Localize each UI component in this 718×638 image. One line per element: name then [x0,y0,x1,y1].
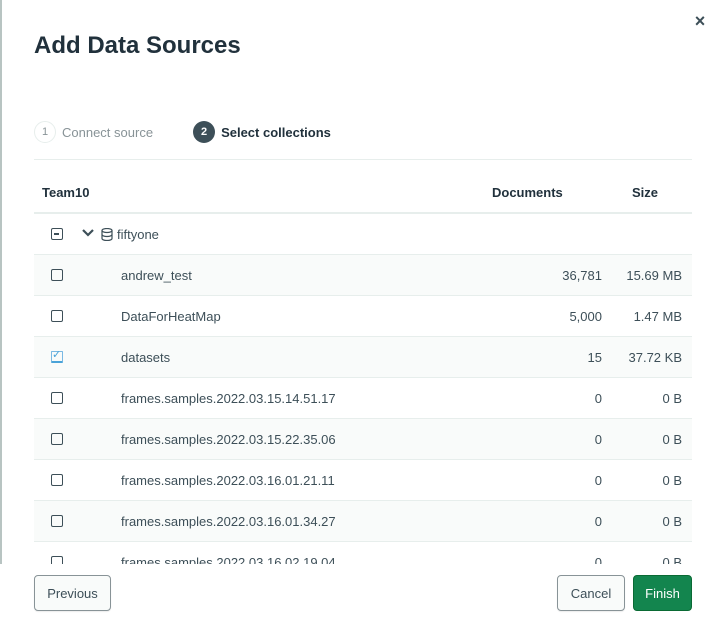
collection-size: 0 B [662,472,682,488]
collection-size: 1.47 MB [633,308,682,324]
table-row[interactable]: DataForHeatMap 5,000 1.47 MB [34,296,692,337]
collection-checkbox[interactable] [51,392,63,404]
collection-checkbox[interactable] [51,556,63,564]
collection-checkbox[interactable] [51,269,63,281]
table-row[interactable]: frames.samples.2022.03.16.01.21.11 0 0 B [34,460,692,501]
collection-size: 15.69 MB [626,267,682,283]
close-icon[interactable]: × [690,11,710,31]
finish-button[interactable]: Finish [633,575,692,611]
collection-documents: 0 [594,472,602,488]
step-number: 1 [34,121,56,143]
collection-size: 0 B [662,390,682,406]
step-label: Connect source [62,124,154,140]
table-row[interactable]: datasets 15 37.72 KB [34,337,692,378]
database-name: fiftyone [117,226,159,242]
collection-checkbox[interactable] [51,348,63,363]
header-size: Size [632,184,659,200]
collection-name: andrew_test [121,267,192,283]
database-row[interactable]: fiftyone [34,214,692,255]
collection-documents: 36,781 [562,267,602,283]
stepper: 1 Connect source 2 Select collections [34,120,331,144]
collections-table[interactable]: Team10 Documents Size fiftyone andrew_te… [34,172,692,564]
step-select-collections: 2 Select collections [193,121,331,143]
collection-name: frames.samples.2022.03.16.01.21.11 [121,472,335,488]
step-connect-source: 1 Connect source [34,121,153,143]
collection-name: frames.samples.2022.03.16.01.34.27 [121,513,336,529]
collection-checkbox[interactable] [51,433,63,445]
header-documents: Documents [492,184,563,200]
collection-documents: 0 [594,554,602,565]
database-checkbox[interactable] [51,228,63,240]
chevron-down-icon[interactable] [81,227,95,241]
step-label: Select collections [221,124,331,140]
collection-name: DataForHeatMap [121,308,221,324]
add-data-sources-modal: × Add Data Sources 1 Connect source 2 Se… [0,0,718,638]
collection-name: frames.samples.2022.03.15.22.35.06 [121,431,336,447]
collection-rows: andrew_test 36,781 15.69 MB DataForHeatMap 5… [34,255,692,564]
table-header: Team10 Documents Size [34,172,692,214]
collection-name: datasets [121,349,171,365]
table-row[interactable]: frames.samples.2022.03.16.01.34.27 0 0 B [34,501,692,542]
collection-documents: 0 [594,431,602,447]
collection-documents: 15 [587,349,602,365]
collection-checkbox[interactable] [51,515,63,527]
collection-size: 0 B [662,554,682,565]
header-team: Team10 [42,184,90,200]
modal-left-edge [0,0,2,638]
previous-button[interactable]: Previous [34,575,111,611]
collection-checkbox[interactable] [51,474,63,486]
collection-size: 0 B [662,431,682,447]
table-row[interactable]: andrew_test 36,781 15.69 MB [34,255,692,296]
table-row[interactable]: frames.samples.2022.03.16.02.19.04 0 0 B [34,542,692,564]
step-number: 2 [193,121,216,143]
collection-name: frames.samples.2022.03.16.02.19.04 [121,554,336,565]
collection-size: 37.72 KB [628,349,683,365]
stepper-divider [34,159,692,160]
table-row[interactable]: frames.samples.2022.03.15.14.51.17 0 0 B [34,378,692,419]
modal-title: Add Data Sources [34,32,241,59]
collection-documents: 0 [594,513,602,529]
collection-documents: 5,000 [569,308,602,324]
cancel-button[interactable]: Cancel [557,575,625,611]
modal-footer: Previous Cancel Finish [0,564,718,638]
collection-size: 0 B [662,513,682,529]
collection-checkbox[interactable] [51,310,63,322]
collection-documents: 0 [594,390,602,406]
table-row[interactable]: frames.samples.2022.03.15.22.35.06 0 0 B [34,419,692,460]
database-icon [101,227,113,242]
collection-name: frames.samples.2022.03.15.14.51.17 [121,390,336,406]
